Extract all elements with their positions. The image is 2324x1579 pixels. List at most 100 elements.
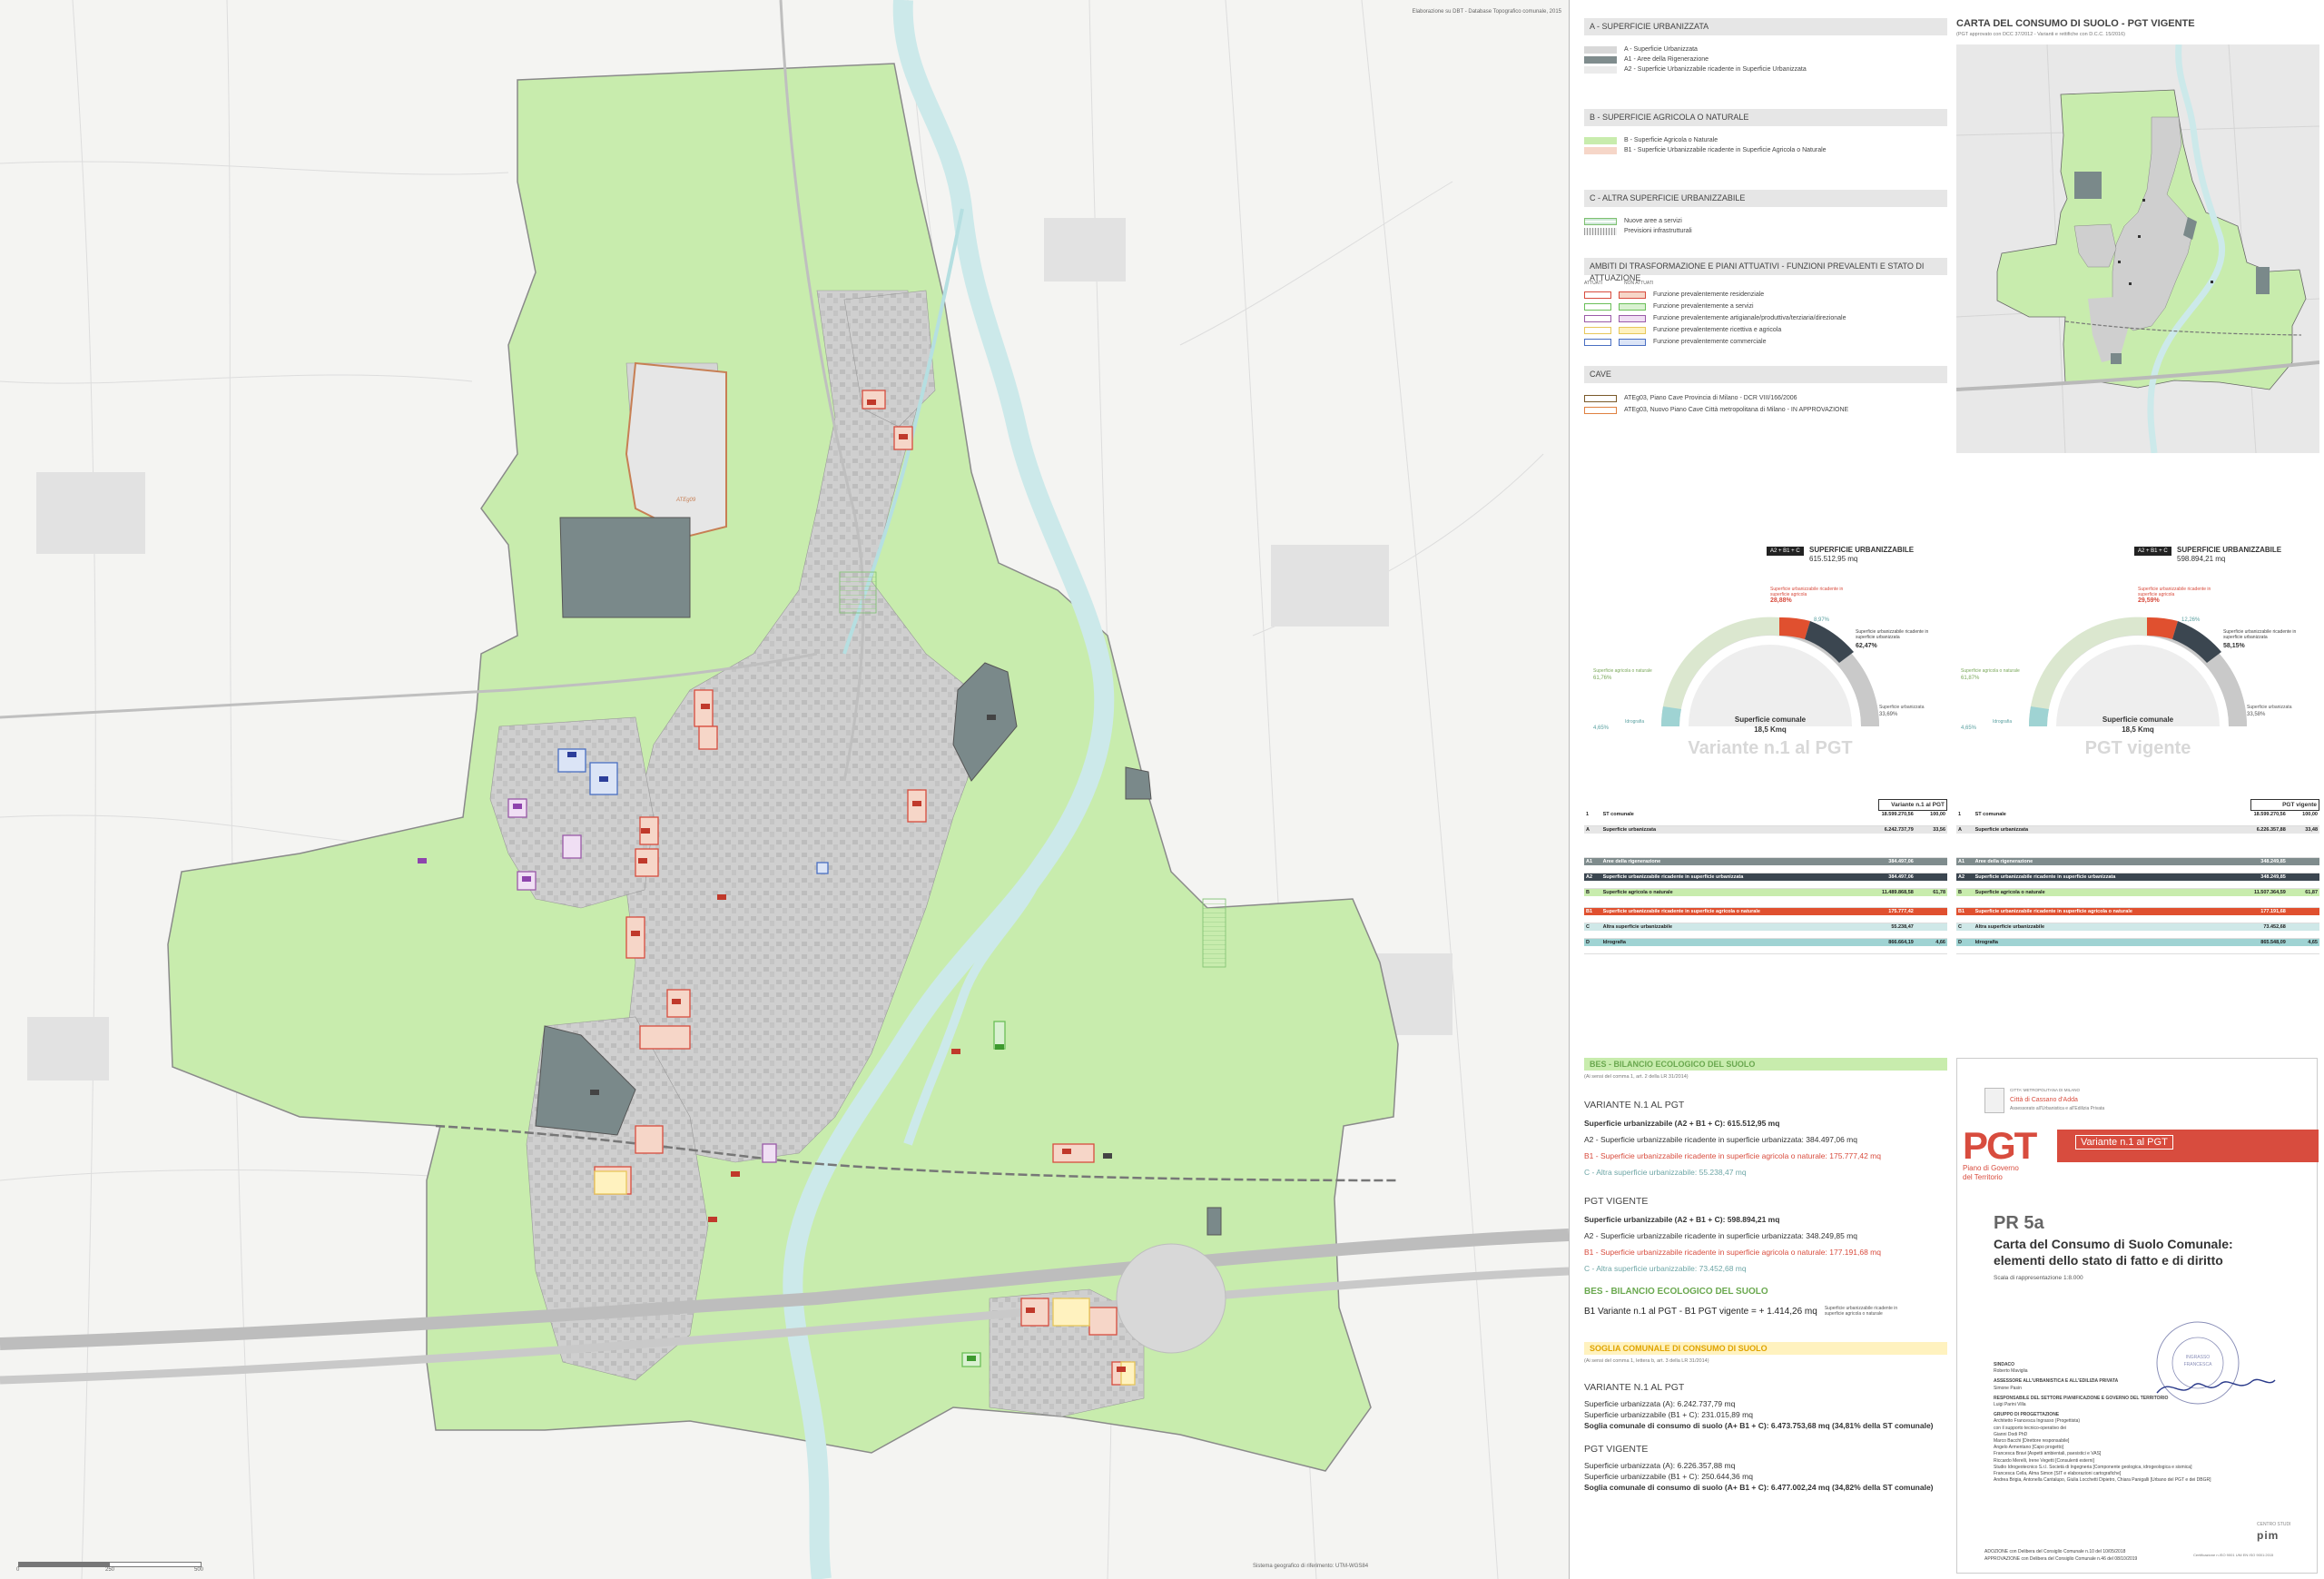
table-cell-p: 4,65 (2308, 940, 2318, 945)
table-cell-v: 6.226.357,88 (2256, 827, 2286, 833)
table-cell-v: 384.497,06 (1888, 874, 1914, 880)
scale-500: 500 (194, 1567, 204, 1573)
table-cell-label: Superficie agricola o naturale (1602, 890, 1673, 895)
gauge-vigente-a2-label: Superficie urbanizzabile ricadente in su… (2223, 629, 2297, 640)
swatch-b (1584, 136, 1617, 144)
gauge-variante-center: Superficie comunale (1734, 715, 1807, 724)
table-cell-v: 175.777,42 (1888, 909, 1914, 914)
overview-map[interactable] (1956, 44, 2319, 453)
gauge-variante-urb-label: Superficie urbanizzata (1879, 705, 1925, 710)
table-cell-v: 73.452,68 (2263, 924, 2286, 930)
gauge-variante-agri-pct: 61,76% (1593, 676, 1612, 681)
credit-line: Andrea Brigia, Antonella Cantalupo, Giul… (1994, 1477, 2211, 1484)
new-services-area-2 (1202, 898, 1226, 968)
legend-section-c-title: C - ALTRA SUPERFICIE URBANIZZABILE (1584, 190, 1947, 207)
quarry-ateg09 (625, 361, 727, 538)
title-block: CITTA' METROPOLITANA DI MILANO Città di … (1956, 1058, 2319, 1574)
table-cell-label: Superficie urbanizzabile ricadente in su… (1602, 909, 1760, 914)
table-row: B Superficie agricola o naturale 11.489.86… (1584, 888, 1947, 896)
main-map[interactable]: ATEg09 Elaborazione su DBT - Database To… (0, 0, 1570, 1579)
gauge-vigente-title: PGT vigente (2084, 738, 2191, 758)
legend-section-b-title: B - SUPERFICIE AGRICOLA O NATURALE (1584, 109, 1947, 126)
gauge-vigente-urb-pct: 33,58% (2247, 712, 2266, 717)
credit-line: Angelo Armentano [Capo progetto] (1994, 1445, 2063, 1451)
doc-title-1: Carta del Consumo di Suolo Comunale: (1994, 1237, 2233, 1251)
doc-scale: Scala di rappresentazione 1:8.000 (1994, 1275, 2083, 1281)
table-row: A2 Superficie urbanizzabile ricadente in … (1956, 873, 2319, 882)
soglia-title: SOGLIA COMUNALE DI CONSUMO DI SUOLO (1584, 1342, 1947, 1355)
bes-g3: B1 - Superficie urbanizzabile ricadente … (1584, 1248, 1881, 1257)
credit-line: Architetto Francesca Ingrasso (Progettis… (1994, 1418, 2081, 1425)
soglia-v3: Soglia comunale di consumo di suolo (A+ … (1584, 1421, 1934, 1430)
doc-title-2: elementi dello stato di fatto e di dirit… (1994, 1253, 2223, 1268)
pim-logo: pim (2257, 1529, 2280, 1542)
scale-0: 0 (16, 1567, 20, 1573)
table-cell-label: Superficie urbanizzata (1602, 827, 1657, 833)
table-cell-k: B1 (1958, 909, 1965, 914)
legend-ambito-res: Funzione prevalentemente residenziale (1653, 291, 1765, 298)
bes-panel: BES - BILANCIO ECOLOGICO DEL SUOLO (Ai s… (1584, 1058, 1947, 1493)
gauge-variante-a2-label: Superficie urbanizzabile ricadente in su… (1856, 629, 1929, 640)
gauge-variante-header-value: 615.512,95 mq (1809, 555, 1858, 563)
table-cell-v: 11.507.364,59 (2253, 890, 2286, 895)
legend-item-b: B - Superficie Agricola o Naturale (1624, 137, 1718, 143)
pgt-logo: PGT (1963, 1124, 2037, 1167)
table-row: C Altra superficie urbanizzabile 73.452,68 (1956, 923, 2319, 931)
swatch-c-services (1584, 217, 1617, 225)
table-cell-p: 100,00 (1930, 812, 1945, 817)
bes-g4: C - Altra superficie urbanizzabile: 73.4… (1584, 1264, 1747, 1273)
soglia-g2: Superficie urbanizzabile (B1 + C): 250.6… (1584, 1472, 1753, 1481)
gauge-vigente-a2-pct: 58,15% (2223, 643, 2245, 649)
new-services-area (839, 571, 877, 614)
legend: A - SUPERFICIE URBANIZZATA A - Superfici… (1584, 18, 1947, 425)
swatch-a1 (1584, 55, 1617, 64)
table-row: A1 Aree della rigenerazione 384.497,06 (1584, 857, 1947, 865)
pim-logo-top: CENTRO STUDI (2257, 1522, 2291, 1527)
legend-ambiti-title: AMBITI DI TRASFORMAZIONE E PIANI ATTUATI… (1584, 258, 1947, 282)
table-cell-k: 1 (1586, 812, 1590, 817)
table-cell-v: 177.191,68 (2260, 909, 2286, 914)
gauge-vigente: A2 + B1 + C SUPERFICIE URBANIZZABILE 598… (1956, 543, 2319, 770)
bes-panel-title: BES - BILANCIO ECOLOGICO DEL SUOLO (1584, 1058, 1947, 1071)
cert-note: Certificazione n.ISO 9001 UNI EN ISO 900… (2193, 1553, 2274, 1557)
table-cell-label: Idrografia (1974, 940, 1998, 945)
table-cell-v: 18.599.270,56 (1881, 812, 1914, 817)
soglia-v1: Superficie urbanizzata (A): 6.242.737,79… (1584, 1399, 1736, 1408)
soglia-note: (Ai sensi del comma 1, lettera b, art. 3… (1584, 1358, 1709, 1364)
legend-cave-1: ATEg03, Piano Cave Provincia di Milano -… (1624, 395, 1797, 401)
table-cell-label: Idrografia (1602, 940, 1626, 945)
legend-item-c-infra: Previsioni infrastrutturali (1624, 228, 1692, 234)
table-cell-p: 100,00 (2302, 812, 2318, 817)
table-row: 1 ST comunale 18.599.270,56 100,00 (1956, 811, 2319, 818)
bes-subtitle: BES - BILANCIO ECOLOGICO DEL SUOLO (1584, 1287, 1768, 1297)
bes-v1: Superficie urbanizzabile (A2 + B1 + C): … (1584, 1119, 1780, 1128)
table-cell-label: ST comunale (1602, 812, 1634, 817)
table-cell-v: 6.242.737,79 (1884, 827, 1914, 833)
table-cell-label: ST comunale (1974, 812, 2006, 817)
table-cell-p (1915, 873, 1947, 882)
rigeneration-area-4 (1125, 766, 1152, 800)
gauge-variante-a2-pct: 62,47% (1856, 643, 1877, 649)
stats-table-variante: Variante n.1 al PGT 1 ST comunale 18.599.2… (1584, 799, 1947, 954)
legend-ambito-serv: Funzione prevalentemente a servizi (1653, 303, 1754, 310)
gauge-variante-center-value: 18,5 Kmq (1754, 725, 1787, 734)
gauge-vigente-b1-label: Superficie urbanizzabile ricadente in su… (2138, 587, 2211, 597)
soglia-vigente-title: PGT VIGENTE (1584, 1444, 1649, 1455)
table-cell-p: 33,56 (1933, 827, 1945, 833)
overview-panel: CARTA DEL CONSUMO DI SUOLO - PGT VIGENTE… (1956, 18, 2319, 453)
bes-v3: B1 - Superficie urbanizzabile ricadente … (1584, 1151, 1881, 1160)
table-cell-p: 61,78 (1933, 890, 1945, 895)
credit-line: Francesca Bravi [Aspetti ambientali, pae… (1994, 1451, 2102, 1457)
circular-feature (1116, 1243, 1226, 1354)
table-cell-k: C (1586, 924, 1590, 930)
pgt-sub2: del Territorio (1963, 1173, 2003, 1181)
map-canvas: ATEg09 (0, 0, 1569, 1579)
table-cell-k: A (1958, 827, 1962, 833)
table-row: A2 Superficie urbanizzabile ricadente in … (1584, 873, 1947, 882)
table-cell-p (2288, 873, 2319, 882)
legend-item-a2: A2 - Superficie Urbanizzabile ricadente … (1624, 66, 1807, 73)
gauge-vigente-c-pct: 12,26% (2181, 617, 2201, 623)
table-cell-k: B (1586, 890, 1590, 895)
gauge-variante-agri-label: Superficie agricola o naturale (1593, 668, 1652, 674)
legend-item-b1: B1 - Superficie Urbanizzabile ricadente … (1624, 147, 1827, 153)
